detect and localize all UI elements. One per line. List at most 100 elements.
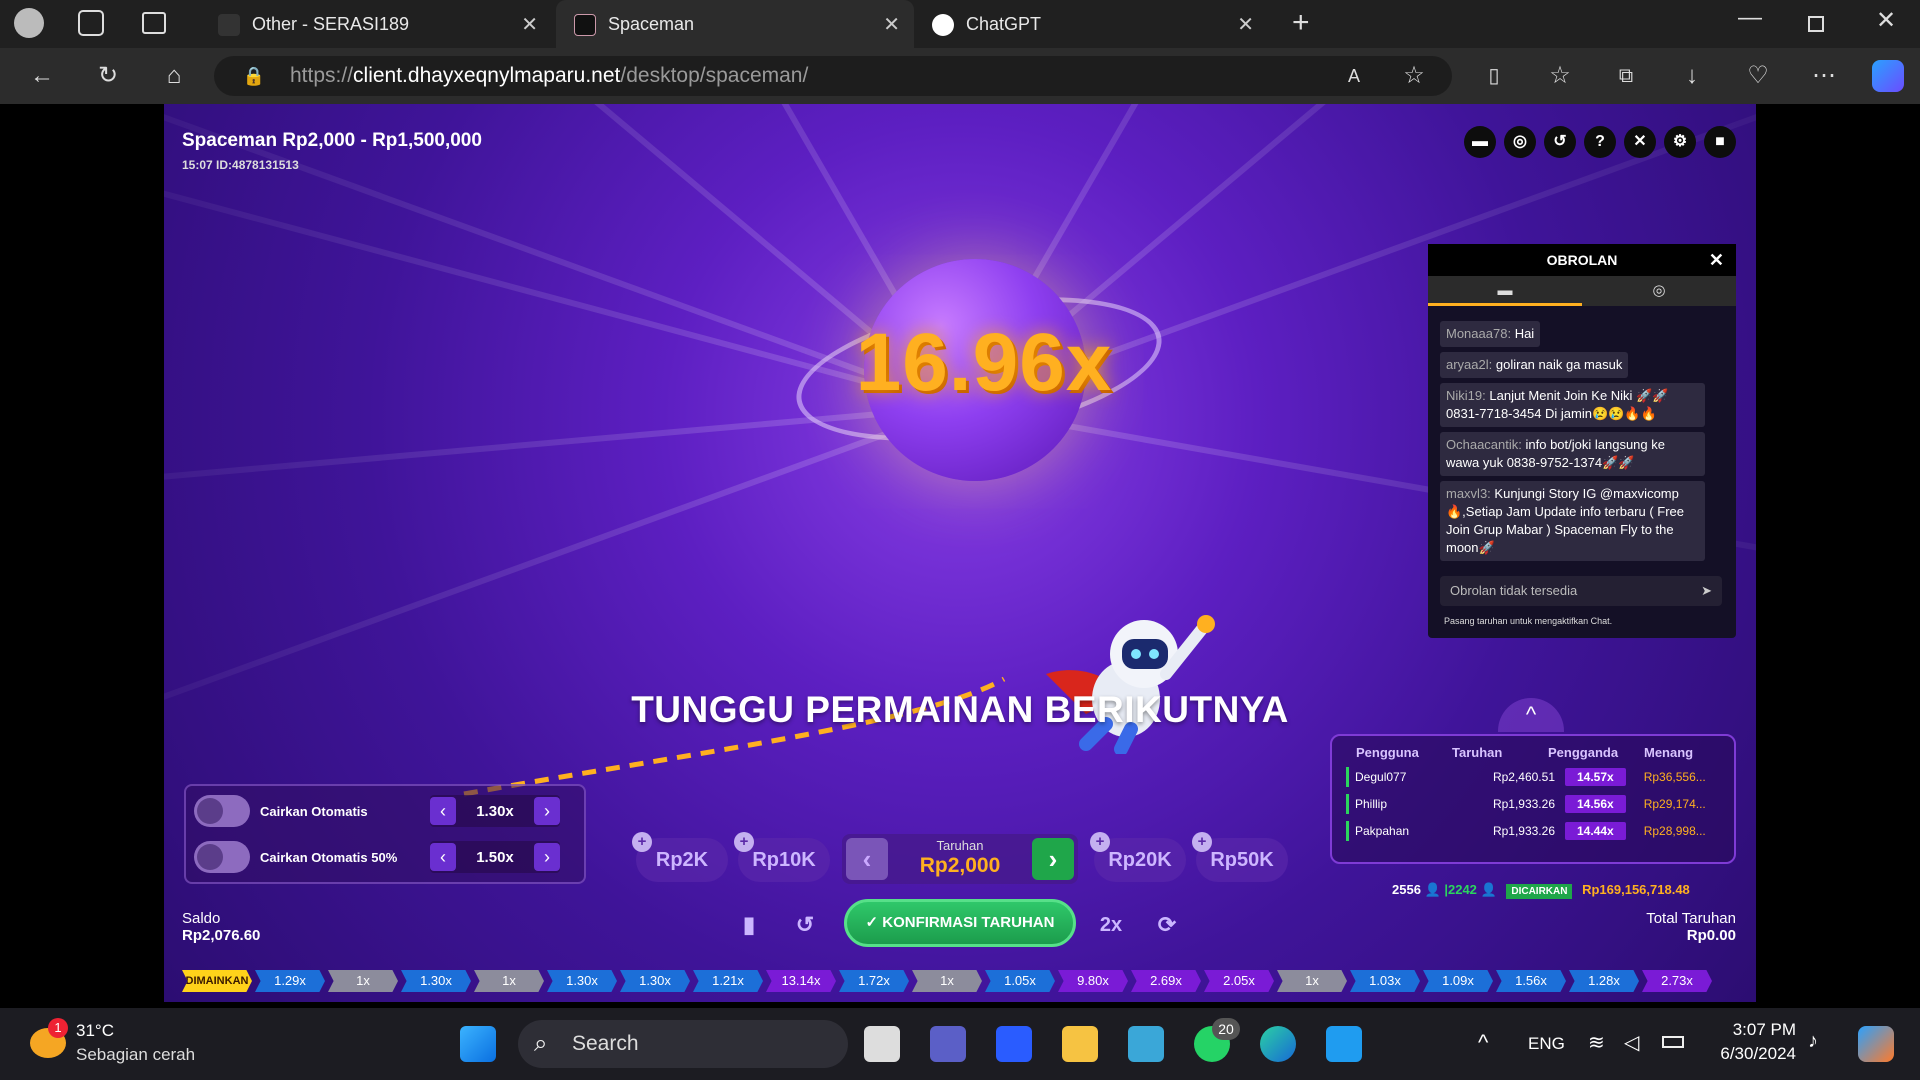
chat-tabs: ▬ ◎ (1428, 276, 1736, 306)
minimize-icon[interactable]: — (1738, 4, 1762, 32)
search-placeholder: Search (572, 1032, 639, 1055)
url-text[interactable]: https://client.dhayxeqnylmaparu.net/desk… (290, 64, 808, 88)
read-aloud-icon[interactable]: A (1338, 60, 1370, 92)
chip-10k-button[interactable]: + Rp10K (734, 832, 830, 882)
edge-icon[interactable] (1260, 1026, 1296, 1062)
tab-title: Spaceman (608, 13, 695, 34)
bet-row: Pakpahan Rp1,933.26 14.44x Rp28,998... (1346, 821, 1734, 841)
chat-tab-support-icon[interactable]: ◎ (1582, 276, 1736, 306)
copilot-icon[interactable] (1872, 60, 1904, 92)
confirm-bet-button[interactable]: ✓ KONFIRMASI TARUHAN (844, 899, 1076, 947)
plus-icon: + (1192, 832, 1212, 852)
plus-icon: + (734, 832, 754, 852)
chatgpt-favicon-icon (932, 14, 954, 36)
chip-20k-button[interactable]: + Rp20K (1090, 832, 1186, 882)
history-chip: 1x (1277, 970, 1347, 992)
browser-essentials-icon[interactable]: ♡ (1742, 60, 1774, 92)
workspaces-icon[interactable] (78, 10, 104, 36)
double-bet-button[interactable]: 2x (1096, 910, 1126, 940)
favorite-star-icon[interactable]: ☆ (1398, 60, 1430, 92)
auto-cashout-toggle[interactable] (194, 795, 250, 827)
profile-avatar-icon[interactable] (14, 8, 44, 38)
chip-2k-button[interactable]: + Rp2K (632, 832, 728, 882)
chat-message: maxvl3: Kunjungi Story IG @maxvicomp🔥,Se… (1440, 481, 1705, 561)
lock-icon[interactable]: 🔒 (238, 60, 270, 92)
download-icon[interactable]: ↓ (1676, 60, 1708, 92)
chat-input[interactable]: Obrolan tidak tersedia ➤ (1440, 576, 1722, 606)
copilot-taskbar-icon[interactable] (1858, 1026, 1894, 1062)
bet-row: Degul077 Rp2,460.51 14.57x Rp36,556... (1346, 767, 1734, 787)
stats-icon[interactable]: ▮ (734, 910, 764, 940)
weather-badge: 1 (48, 1018, 68, 1038)
auto-cashout-panel: Cairkan Otomatis ‹ 1.30x › Cairkan Otoma… (184, 784, 586, 884)
clock-date[interactable]: 6/30/2024 (1720, 1044, 1796, 1064)
home-icon[interactable]: ⌂ (158, 60, 190, 92)
back-icon[interactable]: ← (26, 60, 58, 92)
notification-bell-icon[interactable]: ♪ (1808, 1030, 1818, 1053)
close-window-icon[interactable]: ✕ (1876, 6, 1896, 35)
history-chip: 1.29x (255, 970, 325, 992)
split-screen-icon[interactable]: ▯ (1478, 60, 1510, 92)
volume-icon[interactable]: ◁ (1624, 1030, 1639, 1055)
show-hidden-icon[interactable]: ^ (1478, 1030, 1488, 1056)
refresh-icon[interactable]: ↻ (92, 60, 124, 92)
tab-spaceman[interactable]: Spaceman ✕ (556, 0, 914, 48)
history-chip: 2.73x (1642, 970, 1712, 992)
close-tab-icon[interactable]: ✕ (521, 12, 538, 37)
wifi-icon[interactable]: ≋ (1588, 1030, 1605, 1055)
chat-tab-messages-icon[interactable]: ▬ (1428, 276, 1582, 306)
language-indicator[interactable]: ENG (1528, 1034, 1565, 1054)
history-chip: 1.56x (1496, 970, 1566, 992)
increase-icon[interactable]: › (534, 843, 560, 871)
favorites-icon[interactable]: ☆ (1544, 60, 1576, 92)
undo-icon[interactable]: ↺ (790, 910, 820, 940)
increase-icon[interactable]: › (534, 797, 560, 825)
multiplier-display: 16.96x (855, 317, 1113, 408)
weather-temp[interactable]: 31°C (76, 1021, 114, 1041)
autoplay-icon[interactable]: ⟳ (1152, 910, 1182, 940)
collections-icon[interactable]: ⧉ (1610, 60, 1642, 92)
close-chat-icon[interactable]: ✕ (1709, 244, 1724, 276)
windows-start-icon[interactable] (460, 1026, 496, 1062)
close-tab-icon[interactable]: ✕ (883, 12, 900, 37)
taskbar-search[interactable] (518, 1020, 848, 1068)
auto-cashout-50-stepper: ‹ 1.50x › (430, 841, 560, 873)
history-played-label: DIMAINKAN (182, 970, 252, 992)
astronaut-graphic (1046, 615, 1215, 754)
balance: Saldo Rp2,076.60 (182, 910, 261, 944)
plus-icon: + (1090, 832, 1110, 852)
tab-serasi[interactable]: Other - SERASI189 ✕ (200, 0, 552, 48)
serasi-favicon-icon (218, 14, 240, 36)
tab-actions-icon[interactable] (142, 12, 166, 34)
battery-icon[interactable] (1662, 1036, 1684, 1048)
chip-50k-button[interactable]: + Rp50K (1192, 832, 1288, 882)
decrease-icon[interactable]: ‹ (430, 843, 456, 871)
clock-time[interactable]: 3:07 PM (1733, 1020, 1796, 1040)
decrease-icon[interactable]: ‹ (430, 797, 456, 825)
vscode-icon[interactable] (1326, 1026, 1362, 1062)
app-icon[interactable] (996, 1026, 1032, 1062)
notepad-icon[interactable] (1128, 1026, 1164, 1062)
chat-panel: OBROLAN ✕ ▬ ◎ Monaaa78: Hai aryaa2l: gol… (1428, 244, 1736, 638)
total-bet: Total Taruhan Rp0.00 (1646, 910, 1736, 944)
history-chip: 1x (328, 970, 398, 992)
history-chip: 1.30x (401, 970, 471, 992)
tab-chatgpt[interactable]: ChatGPT ✕ (914, 0, 1268, 48)
weather-desc[interactable]: Sebagian cerah (76, 1045, 195, 1065)
file-explorer-icon[interactable] (1062, 1026, 1098, 1062)
close-tab-icon[interactable]: ✕ (1237, 12, 1254, 37)
task-view-icon[interactable] (864, 1026, 900, 1062)
new-tab-icon[interactable]: + (1292, 6, 1310, 40)
history-chip: 1.72x (839, 970, 909, 992)
history-chip: 13.14x (766, 970, 836, 992)
meet-icon[interactable] (930, 1026, 966, 1062)
restore-icon[interactable] (1808, 16, 1824, 32)
auto-cashout-50-label: Cairkan Otomatis 50% (260, 849, 398, 865)
increase-bet-icon[interactable]: › (1032, 838, 1074, 880)
plus-icon: + (632, 832, 652, 852)
bets-header: Pengguna Taruhan Pengganda Menang (1356, 745, 1694, 760)
tab-title: ChatGPT (966, 13, 1042, 34)
auto-cashout-50-toggle[interactable] (194, 841, 250, 873)
send-icon[interactable]: ➤ (1701, 576, 1712, 606)
more-menu-icon[interactable]: ⋯ (1808, 60, 1840, 92)
